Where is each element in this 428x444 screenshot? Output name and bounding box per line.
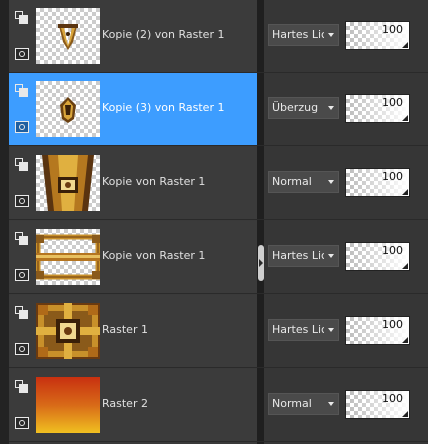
visibility-eye-icon[interactable] xyxy=(15,195,29,207)
frame-icon xyxy=(36,234,100,280)
layer-name[interactable]: Kopie von Raster 1 xyxy=(102,175,205,188)
layer-name[interactable]: Raster 1 xyxy=(102,323,148,336)
opacity-slider[interactable]: 100 xyxy=(345,94,410,123)
ornament-tall-icon xyxy=(42,155,94,211)
blend-mode-dropdown[interactable]: Hartes Licht xyxy=(268,319,339,341)
mask-icon[interactable] xyxy=(15,232,28,245)
layer-row[interactable]: Kopie (2) von Raster 1 xyxy=(9,0,257,73)
layer-controls: Normal 100 xyxy=(257,369,428,442)
layer-name[interactable]: Raster 2 xyxy=(102,397,148,410)
opacity-slider[interactable]: 100 xyxy=(345,242,410,271)
blend-mode-dropdown[interactable]: Normal xyxy=(268,171,339,193)
mask-icon[interactable] xyxy=(15,158,28,171)
layer-controls: Überzug 100 xyxy=(257,73,428,146)
tile-pattern-icon xyxy=(36,303,100,359)
mask-icon[interactable] xyxy=(15,84,28,97)
left-gutter xyxy=(0,0,9,444)
layer-row-selected[interactable]: Kopie (3) von Raster 1 xyxy=(9,73,257,146)
layer-thumbnail xyxy=(36,81,100,137)
chevron-down-icon xyxy=(328,254,334,258)
blend-mode-value: Überzug xyxy=(272,101,319,114)
chevron-down-icon xyxy=(328,180,334,184)
opacity-slider[interactable]: 100 xyxy=(345,316,410,345)
chevron-down-icon xyxy=(328,33,334,37)
layer-controls: Hartes Licht 100 xyxy=(257,221,428,294)
visibility-eye-icon[interactable] xyxy=(15,48,29,60)
layer-controls: Hartes Licht 100 xyxy=(257,295,428,368)
opacity-slider[interactable]: 100 xyxy=(345,390,410,419)
layer-thumbnail xyxy=(36,377,100,433)
layer-controls: Hartes Licht 100 xyxy=(257,0,428,73)
layer-name[interactable]: Kopie von Raster 1 xyxy=(102,249,205,262)
mask-icon[interactable] xyxy=(15,306,28,319)
layer-row[interactable]: Raster 2 xyxy=(9,369,257,442)
chevron-down-icon xyxy=(328,328,334,332)
opacity-value: 100 xyxy=(382,318,403,331)
mask-icon[interactable] xyxy=(15,11,28,24)
slider-corner-icon xyxy=(402,42,408,48)
ornament-small-icon xyxy=(58,24,78,50)
opacity-slider[interactable]: 100 xyxy=(345,21,410,50)
visibility-eye-icon[interactable] xyxy=(15,121,29,133)
slider-corner-icon xyxy=(402,337,408,343)
opacity-value: 100 xyxy=(382,23,403,36)
chevron-down-icon xyxy=(328,106,334,110)
blend-mode-dropdown[interactable]: Überzug xyxy=(268,97,339,119)
chevron-down-icon xyxy=(328,402,334,406)
layer-thumbnail xyxy=(36,8,100,64)
blend-mode-value: Normal xyxy=(272,175,312,188)
layers-panel: Kopie (2) von Raster 1 Hartes Licht 100 … xyxy=(0,0,428,444)
layer-controls: Normal 100 xyxy=(257,147,428,220)
layer-name[interactable]: Kopie (3) von Raster 1 xyxy=(102,101,224,114)
opacity-value: 100 xyxy=(382,392,403,405)
opacity-slider[interactable]: 100 xyxy=(345,168,410,197)
blend-mode-dropdown[interactable]: Hartes Licht xyxy=(268,24,339,46)
opacity-value: 100 xyxy=(382,244,403,257)
layer-name[interactable]: Kopie (2) von Raster 1 xyxy=(102,28,224,41)
mask-icon[interactable] xyxy=(15,380,28,393)
visibility-eye-icon[interactable] xyxy=(15,417,29,429)
layer-row[interactable]: Kopie von Raster 1 xyxy=(9,147,257,220)
layer-row[interactable]: Kopie von Raster 1 xyxy=(9,221,257,294)
slider-corner-icon xyxy=(402,411,408,417)
slider-corner-icon xyxy=(402,189,408,195)
blend-mode-value: Normal xyxy=(272,397,312,410)
layer-thumbnail xyxy=(36,155,100,211)
blend-mode-dropdown[interactable]: Normal xyxy=(268,393,339,415)
blend-mode-dropdown[interactable]: Hartes Licht xyxy=(268,245,339,267)
opacity-value: 100 xyxy=(382,170,403,183)
layer-thumbnail xyxy=(36,303,100,359)
ornament-small-icon xyxy=(60,97,76,123)
visibility-eye-icon[interactable] xyxy=(15,343,29,355)
layer-thumbnail xyxy=(36,229,100,285)
slider-corner-icon xyxy=(402,115,408,121)
slider-corner-icon xyxy=(402,263,408,269)
visibility-eye-icon[interactable] xyxy=(15,269,29,281)
layer-row[interactable]: Raster 1 xyxy=(9,295,257,368)
opacity-value: 100 xyxy=(382,96,403,109)
